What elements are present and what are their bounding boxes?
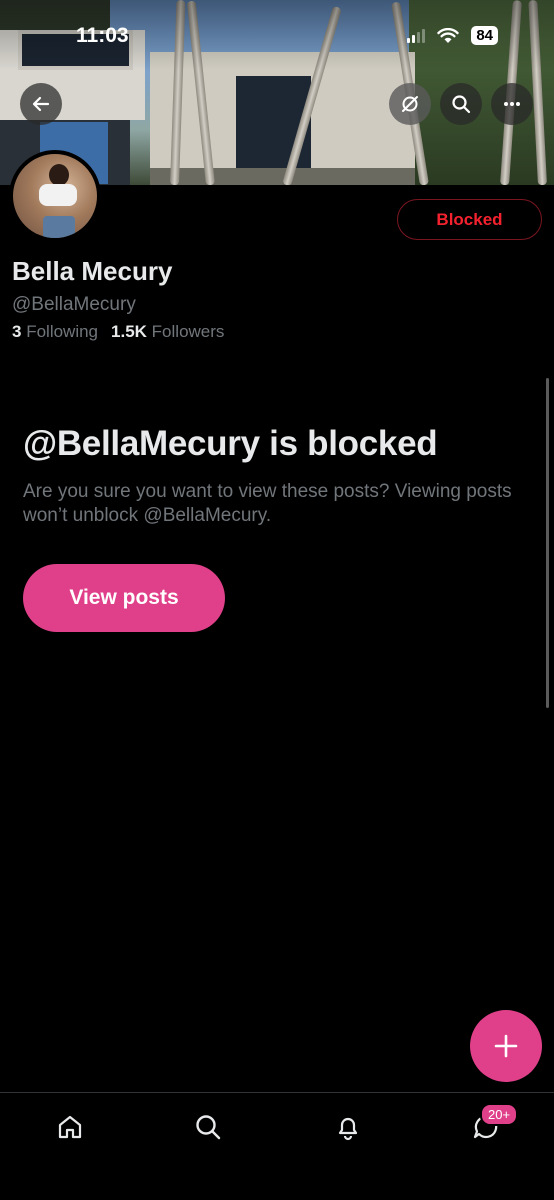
followers-label: Followers [151, 322, 225, 341]
more-horizontal-icon [504, 102, 520, 106]
wifi-icon [437, 27, 460, 43]
avatar[interactable] [9, 150, 101, 242]
arrow-left-icon [32, 96, 50, 112]
following-label: Following [26, 322, 99, 341]
more-options-button[interactable] [491, 83, 533, 125]
compose-post-button[interactable] [470, 1010, 542, 1082]
status-icons: 84 [407, 26, 498, 45]
search-icon [452, 95, 471, 114]
home-icon [58, 1115, 82, 1139]
follow-stats: 3 Following 1.5K Followers [12, 322, 224, 342]
signal-icon [407, 28, 426, 43]
search-button[interactable] [440, 83, 482, 125]
scrollbar[interactable] [546, 378, 549, 708]
following-link[interactable]: 3 Following [12, 322, 98, 342]
nav-home[interactable] [48, 1107, 92, 1147]
followers-link[interactable]: 1.5K Followers [111, 322, 224, 342]
blocked-description: Are you sure you want to view these post… [23, 481, 512, 526]
display-name: Bella Mecury [12, 256, 173, 286]
following-count: 3 [12, 322, 22, 341]
grok-icon [402, 96, 418, 112]
blocked-title: @BellaMecury is blocked [23, 424, 438, 463]
status-time: 11:03 [76, 24, 129, 47]
bell-icon [338, 1117, 358, 1141]
battery-indicator: 84 [471, 26, 498, 45]
nav-search[interactable] [186, 1107, 230, 1147]
followers-count: 1.5K [111, 322, 147, 341]
plus-icon [494, 1034, 518, 1058]
messages-badge: 20+ [480, 1103, 519, 1126]
search-icon [196, 1115, 221, 1140]
nav-notifications[interactable] [326, 1107, 370, 1147]
bottom-nav [0, 1092, 554, 1200]
view-posts-button[interactable]: View posts [23, 564, 225, 632]
grok-button[interactable] [389, 83, 431, 125]
back-button[interactable] [20, 83, 62, 125]
blocked-button[interactable]: Blocked [397, 199, 542, 240]
username-handle: @BellaMecury [12, 294, 136, 315]
